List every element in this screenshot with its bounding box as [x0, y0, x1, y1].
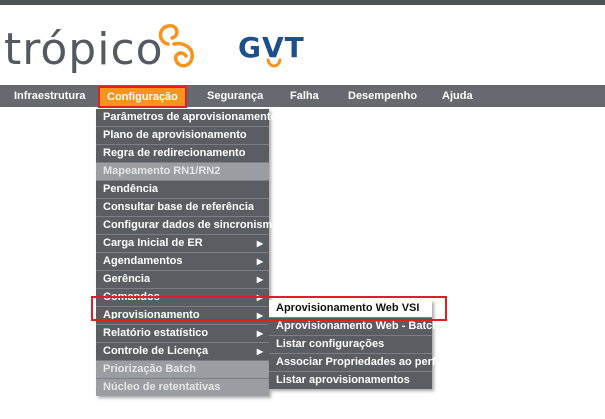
menu-desempenho[interactable]: Desempenho: [348, 85, 417, 107]
submenu-arrow-icon: ▶: [256, 293, 263, 302]
menu-item-regra[interactable]: Regra de redirecionamento: [96, 144, 269, 162]
submenu-item-listar-configuracoes[interactable]: Listar configurações: [269, 335, 432, 353]
menu-item-consultar-base[interactable]: Consultar base de referência: [96, 198, 269, 216]
menu-item-mapeamento: Mapeamento RN1/RN2: [96, 162, 269, 180]
menu-item-parametros[interactable]: Parâmetros de aprovisionamento: [96, 109, 277, 126]
submenu-arrow-icon: ▶: [256, 257, 263, 266]
configuracao-dropdown: Parâmetros de aprovisionamento Plano de …: [96, 109, 279, 396]
menu-falha[interactable]: Falha: [290, 85, 319, 107]
menu-item-agendamentos[interactable]: Agendamentos ▶: [96, 252, 269, 270]
submenu-item-web-batch[interactable]: Aprovisionamento Web - Batch: [269, 317, 439, 335]
submenu-arrow-icon: ▶: [256, 311, 263, 320]
top-strip: [0, 0, 605, 5]
menu-ajuda[interactable]: Ajuda: [442, 85, 473, 107]
menu-item-plano[interactable]: Plano de aprovisionamento: [96, 126, 269, 144]
menu-item-pendencia[interactable]: Pendência: [96, 180, 269, 198]
menu-item-nucleo: Núcleo de retentativas: [96, 378, 269, 396]
menu-item-aprovisionamento[interactable]: Aprovisionamento ▶: [96, 306, 269, 324]
gvt-logo: GVT: [238, 32, 304, 74]
menu-infraestrutura[interactable]: Infraestrutura: [14, 85, 86, 107]
submenu-item-web-vsi[interactable]: Aprovisionamento Web VSI: [269, 300, 432, 317]
main-menu-bar: Infraestrutura Configuração Segurança Fa…: [0, 85, 605, 108]
menu-item-carga-inicial[interactable]: Carga Inicial de ER ▶: [96, 234, 269, 252]
submenu-arrow-icon: ▶: [256, 329, 263, 338]
menu-item-controle-licenca[interactable]: Controle de Licença ▶: [96, 342, 269, 360]
menu-item-priorizacao: Priorização Batch: [96, 360, 269, 378]
menu-item-relatorio[interactable]: Relatório estatístico ▶: [96, 324, 269, 342]
tropico-wordmark: trópico: [4, 24, 164, 75]
submenu-arrow-icon: ▶: [256, 275, 263, 284]
gvt-arc-icon: [266, 58, 282, 68]
menu-item-configurar-sincronismo[interactable]: Configurar dados de sincronismo: [96, 216, 279, 234]
menu-seguranca[interactable]: Segurança: [207, 85, 263, 107]
submenu-arrow-icon: ▶: [256, 239, 263, 248]
menu-item-gerencia[interactable]: Gerência ▶: [96, 270, 269, 288]
submenu-item-listar-aprovisionamentos[interactable]: Listar aprovisionamentos: [269, 371, 432, 389]
submenu-arrow-icon: ▶: [256, 347, 263, 356]
menu-configuracao[interactable]: Configuração: [98, 86, 187, 108]
tropico-swirl-icon: [158, 24, 194, 68]
submenu-item-associar-propriedades[interactable]: Associar Propriedades ao perfil: [269, 353, 442, 371]
tropico-logo: trópico: [4, 14, 206, 86]
aprovisionamento-submenu: Aprovisionamento Web VSI Aprovisionament…: [269, 300, 442, 389]
menu-item-comandos[interactable]: Comandos ▶: [96, 288, 269, 306]
